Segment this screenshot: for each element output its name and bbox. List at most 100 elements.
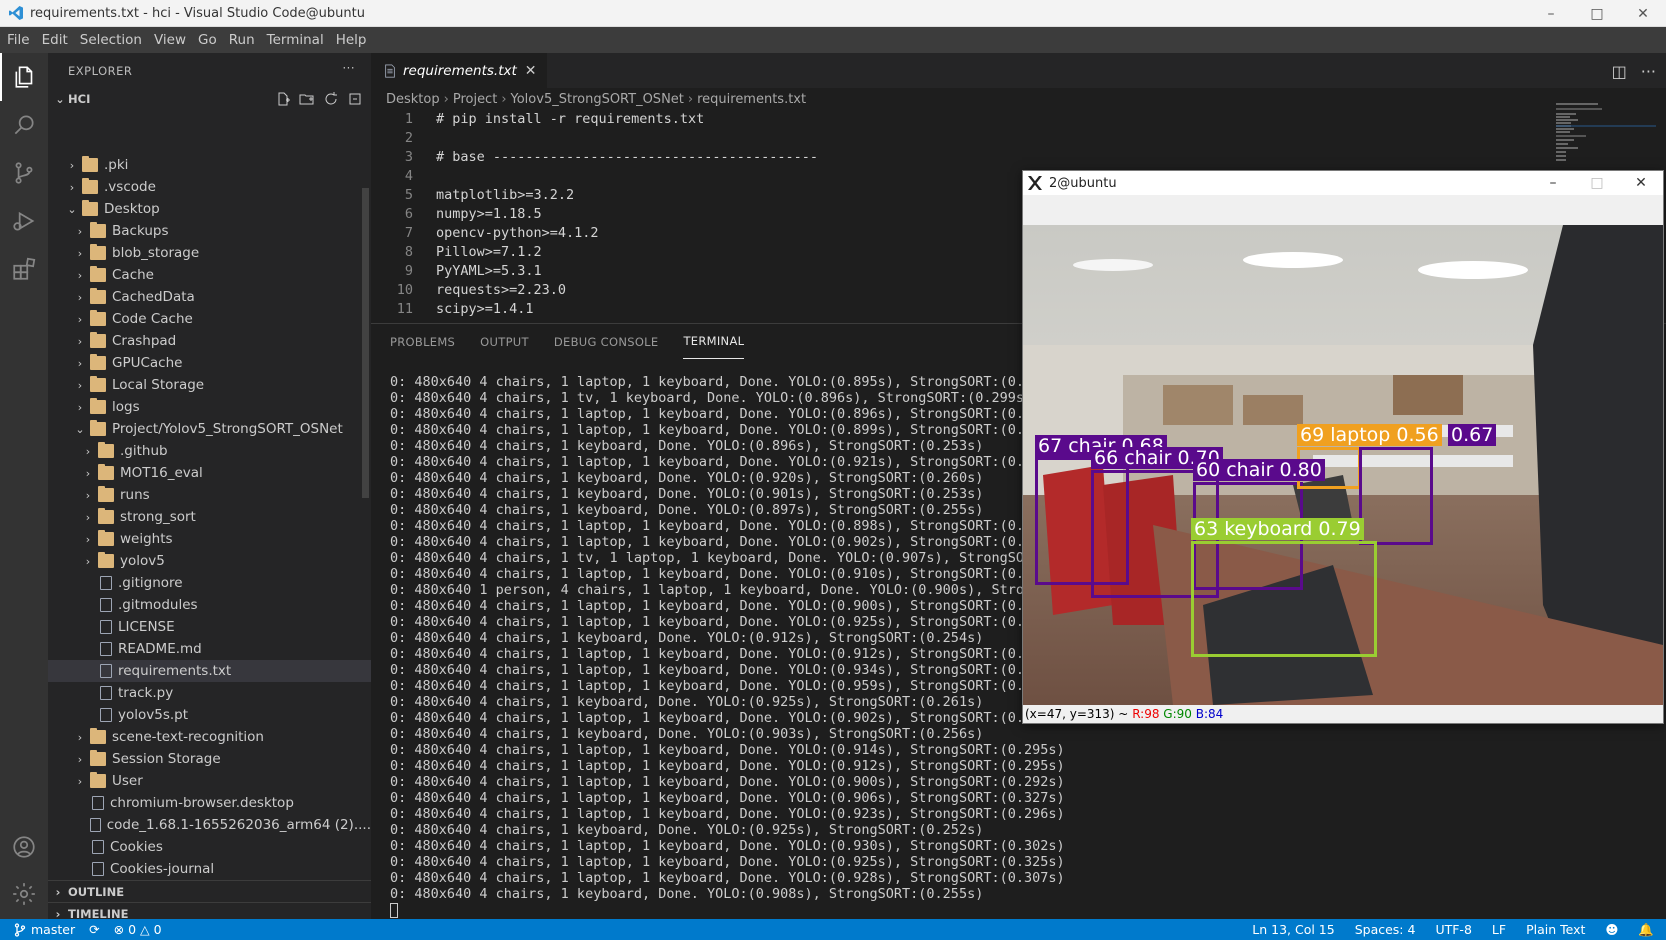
code-text: matplotlib>=3.2.2 (436, 187, 575, 203)
language-mode[interactable]: Plain Text (1526, 922, 1585, 937)
line-number: 7 (404, 225, 413, 241)
indentation[interactable]: Spaces: 4 (1355, 922, 1416, 937)
feedback-icon[interactable]: ☻ (1605, 922, 1618, 937)
tree-folder[interactable]: › GPUCache (48, 352, 371, 374)
tree-file[interactable]: .gitignore (48, 572, 371, 594)
tab-terminal[interactable]: TERMINAL (683, 324, 745, 359)
tree-folder[interactable]: › Crashpad (48, 330, 371, 352)
problems-indicator[interactable]: ⊗ 0 △ 0 (114, 922, 162, 937)
new-folder-icon[interactable] (299, 91, 315, 107)
more-actions-icon[interactable]: ··· (343, 61, 355, 75)
tree-folder[interactable]: › yolov5 (48, 550, 371, 572)
breadcrumb-file[interactable]: requirements.txt (697, 92, 806, 107)
tree-folder[interactable]: › runs (48, 484, 371, 506)
camera-maximize-icon[interactable]: □ (1575, 171, 1619, 195)
account-icon[interactable] (0, 823, 48, 871)
tab-close-icon[interactable]: ✕ (525, 63, 537, 79)
workspace-root[interactable]: ⌄ HCI (48, 88, 371, 110)
sidebar-scrollbar[interactable] (362, 188, 369, 498)
tree-folder[interactable]: › Cache (48, 264, 371, 286)
split-editor-icon[interactable]: ◫ (1612, 62, 1627, 81)
chevron-right-icon: › (85, 466, 91, 480)
new-file-icon[interactable] (275, 91, 291, 107)
menu-file[interactable]: File (0, 32, 36, 48)
tree-item-label: Crashpad (112, 333, 177, 349)
tree-file[interactable]: track.py (48, 682, 371, 704)
line-ending[interactable]: LF (1492, 922, 1506, 937)
cursor-position[interactable]: Ln 13, Col 15 (1252, 922, 1334, 937)
tree-file[interactable]: Cookies-journal (48, 858, 371, 880)
tree-folder[interactable]: › MOT16_eval (48, 462, 371, 484)
sync-icon[interactable]: ⟳ (89, 922, 99, 937)
tree-folder[interactable]: › Session Storage (48, 748, 371, 770)
code-text: PyYAML>=5.3.1 (436, 263, 542, 279)
source-control-icon[interactable] (0, 149, 48, 197)
detection-label: 0.67 (1448, 424, 1497, 446)
tree-folder[interactable]: › blob_storage (48, 242, 371, 264)
tree-file[interactable]: requirements.txt (48, 660, 371, 682)
tree-folder[interactable]: › strong_sort (48, 506, 371, 528)
tree-folder[interactable]: › logs (48, 396, 371, 418)
refresh-icon[interactable] (323, 91, 339, 107)
menu-selection[interactable]: Selection (74, 32, 148, 48)
tree-file[interactable]: yolov5s.pt (48, 704, 371, 726)
explorer-icon[interactable] (0, 53, 48, 101)
menu-edit[interactable]: Edit (36, 32, 74, 48)
tree-folder[interactable]: › CachedData (48, 286, 371, 308)
file-icon (100, 598, 112, 612)
tree-folder[interactable]: ⌄ Desktop (48, 198, 371, 220)
encoding[interactable]: UTF-8 (1435, 922, 1471, 937)
camera-window-titlebar[interactable]: 2@ubuntu – □ ✕ (1023, 171, 1663, 195)
camera-window: 2@ubuntu – □ ✕ 67 chair 0.68 66 chair 0.… (1022, 170, 1664, 724)
tree-folder[interactable]: › scene-text-recognition (48, 726, 371, 748)
settings-gear-icon[interactable] (0, 870, 48, 918)
chevron-down-icon: ⌄ (67, 202, 77, 216)
breadcrumb-project[interactable]: Project (453, 92, 497, 107)
close-icon[interactable]: ✕ (1620, 0, 1666, 27)
menu-go[interactable]: Go (192, 32, 223, 48)
camera-close-icon[interactable]: ✕ (1619, 171, 1663, 195)
tab-debug-console[interactable]: DEBUG CONSOLE (554, 324, 659, 359)
tree-folder[interactable]: › weights (48, 528, 371, 550)
tree-folder[interactable]: › User (48, 770, 371, 792)
editor-more-icon[interactable]: ··· (1641, 62, 1656, 81)
menu-view[interactable]: View (148, 32, 192, 48)
maximize-icon[interactable]: □ (1574, 0, 1620, 27)
tab-problems[interactable]: PROBLEMS (390, 324, 455, 359)
tab-requirements[interactable]: requirements.txt ✕ (371, 53, 548, 88)
tree-folder[interactable]: › .vscode (48, 176, 371, 198)
tab-output[interactable]: OUTPUT (480, 324, 529, 359)
activity-bar (0, 53, 48, 919)
collapse-all-icon[interactable] (347, 91, 363, 107)
outline-section[interactable]: › OUTLINE (48, 880, 371, 902)
camera-minimize-icon[interactable]: – (1531, 171, 1575, 195)
tree-folder[interactable]: › .github (48, 440, 371, 462)
pixel-green: G:90 (1163, 707, 1192, 721)
breadcrumb-desktop[interactable]: Desktop (386, 92, 440, 107)
tree-file[interactable]: chromium-browser.desktop (48, 792, 371, 814)
folder-icon (82, 178, 98, 194)
run-debug-icon[interactable] (0, 197, 48, 245)
branch-indicator[interactable]: master (14, 922, 75, 937)
tree-folder[interactable]: ⌄ Project/Yolov5_StrongSORT_OSNet (48, 418, 371, 440)
notifications-bell-icon[interactable]: 🔔 (1638, 922, 1654, 938)
tree-file[interactable]: .gitmodules (48, 594, 371, 616)
breadcrumb-repo[interactable]: Yolov5_StrongSORT_OSNet (511, 92, 684, 107)
extensions-icon[interactable] (0, 245, 48, 293)
menu-run[interactable]: Run (223, 32, 261, 48)
detection-box (1359, 447, 1433, 545)
tree-file[interactable]: LICENSE (48, 616, 371, 638)
tree-folder[interactable]: › Code Cache (48, 308, 371, 330)
tree-folder[interactable]: › Local Storage (48, 374, 371, 396)
file-icon (100, 686, 112, 700)
camera-frame[interactable]: 67 chair 0.68 66 chair 0.70 60 chair 0.8… (1023, 225, 1663, 705)
search-icon[interactable] (0, 101, 48, 149)
tree-file[interactable]: README.md (48, 638, 371, 660)
menu-help[interactable]: Help (330, 32, 373, 48)
tree-file[interactable]: Cookies (48, 836, 371, 858)
menu-terminal[interactable]: Terminal (261, 32, 330, 48)
tree-folder[interactable]: › Backups (48, 220, 371, 242)
tree-file[interactable]: code_1.68.1-1655262036_arm64 (2).... (48, 814, 371, 836)
minimize-icon[interactable]: – (1528, 0, 1574, 27)
tree-folder[interactable]: › .pki (48, 154, 371, 176)
